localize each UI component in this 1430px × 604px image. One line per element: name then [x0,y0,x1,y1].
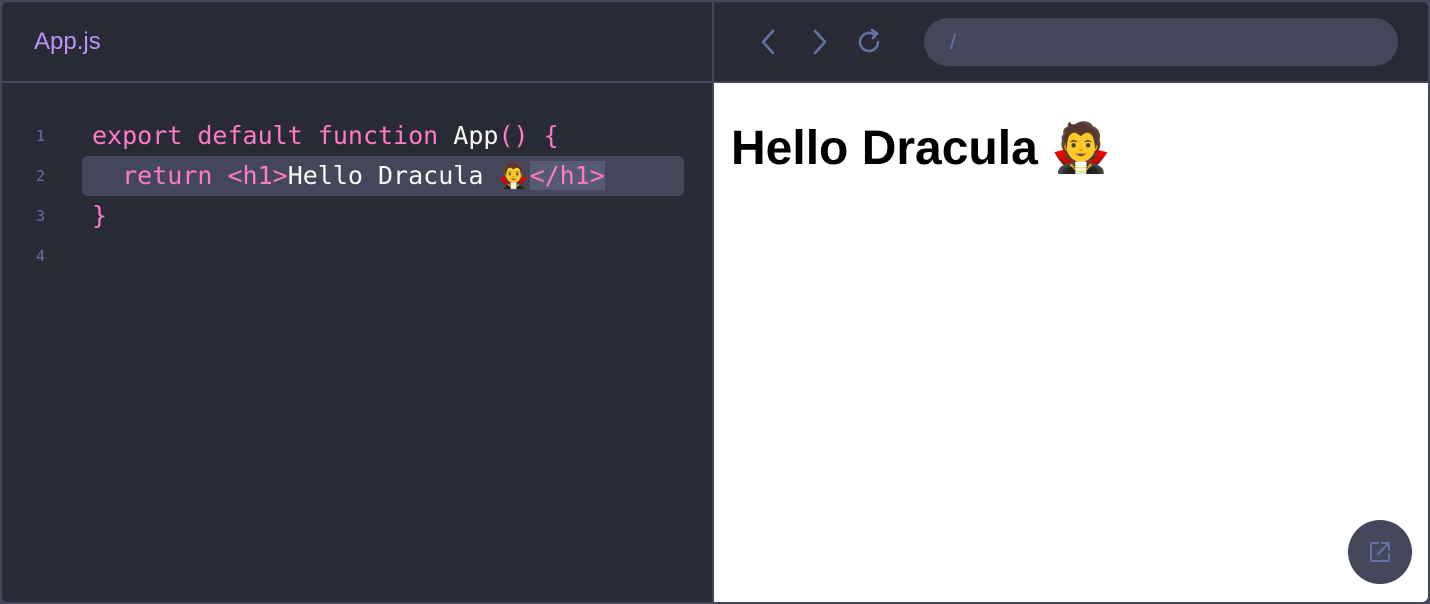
line-content: export default function App() { [82,116,559,156]
chevron-left-icon [761,29,775,54]
editor-tab-bar: App.js [2,2,712,83]
preview-pane: / Hello Dracula 🧛 [714,2,1428,602]
line-number: 4 [36,247,46,265]
file-tab-app-js[interactable]: App.js [34,28,101,56]
code-editor: App.js 1 export default function App() {… [2,2,714,602]
code-area[interactable]: 1 export default function App() { 2 retu… [2,116,712,276]
preview-viewport: Hello Dracula 🧛 [714,83,1428,602]
code-line-3[interactable]: 3 } [2,196,712,236]
keyword-default: default [197,121,303,150]
keyword-return: return [122,161,213,190]
line-content [82,236,92,276]
punctuation-close-brace: } [92,201,108,230]
external-link-icon [1370,542,1390,562]
punctuation-parens: () [498,121,529,150]
url-text: / [950,28,957,54]
jsx-close-tag: </h1> [529,161,605,190]
preview-heading: Hello Dracula 🧛 [731,122,1111,175]
forward-button[interactable] [794,17,844,67]
refresh-button[interactable] [844,17,894,67]
jsx-text: Hello Dracula 🧛 [287,161,530,190]
code-line-4[interactable]: 4 [2,236,712,276]
jsx-open-tag: <h1> [227,161,288,190]
line-content: return <h1>Hello Dracula 🧛</h1> [82,156,605,196]
line-number: 2 [36,167,46,185]
back-button[interactable] [744,17,794,67]
code-line-1[interactable]: 1 export default function App() { [2,116,712,156]
function-name: App [453,121,499,150]
line-number: 3 [36,207,46,225]
line-content: } [82,196,107,236]
keyword-export: export [92,121,183,150]
chevron-right-icon [813,29,827,54]
app-frame: App.js 1 export default function App() {… [0,0,1430,604]
punctuation-open-brace: { [543,121,559,150]
line-number: 1 [36,127,46,145]
keyword-function: function [317,121,439,150]
code-line-2[interactable]: 2 return <h1>Hello Dracula 🧛</h1> [2,156,712,196]
preview-navigation-bar: / [714,2,1428,83]
open-in-new-window-button[interactable] [1348,520,1412,584]
refresh-icon [858,28,880,52]
url-input[interactable]: / [924,17,1398,66]
